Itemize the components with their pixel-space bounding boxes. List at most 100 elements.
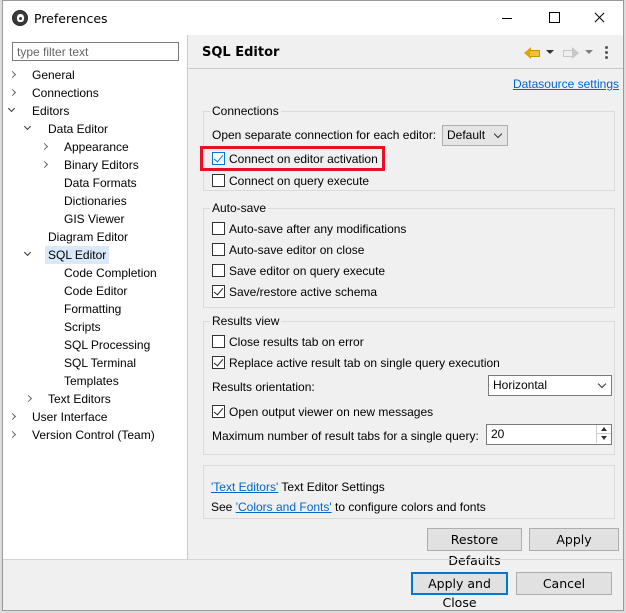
- tree-item[interactable]: Connections: [3, 84, 187, 102]
- connections-group-label: Connections: [210, 104, 281, 118]
- checkbox-icon[interactable]: [212, 243, 225, 256]
- preferences-tree-panel: General Connections Editors Data Editor Appe…: [3, 35, 188, 559]
- autosave-on-close-checkbox[interactable]: Auto-save editor on close: [212, 242, 364, 258]
- maximize-icon[interactable]: [531, 1, 577, 33]
- tree-item[interactable]: Templates: [3, 372, 187, 390]
- back-arrow-icon[interactable]: [524, 45, 540, 59]
- tree-item[interactable]: Diagram Editor: [3, 228, 187, 246]
- tree-item[interactable]: SQL Processing: [3, 336, 187, 354]
- checkbox-icon[interactable]: [212, 356, 225, 369]
- text-editors-link[interactable]: 'Text Editors': [211, 480, 278, 494]
- max-tabs-spinner[interactable]: 20: [486, 424, 612, 445]
- checkbox-icon[interactable]: [212, 285, 225, 298]
- max-tabs-value: 20: [491, 427, 505, 441]
- tree-item[interactable]: Data Editor: [3, 120, 187, 138]
- tree-item[interactable]: Text Editors: [3, 390, 187, 408]
- autosave-modifications-checkbox[interactable]: Auto-save after any modifications: [212, 221, 406, 237]
- tree-item[interactable]: Code Editor: [3, 282, 187, 300]
- close-icon[interactable]: [577, 1, 623, 33]
- tree-item[interactable]: Code Completion: [3, 264, 187, 282]
- expand-open-icon[interactable]: [24, 246, 34, 264]
- tree-item-label: Version Control (Team): [32, 428, 155, 442]
- expand-closed-icon[interactable]: [8, 408, 18, 426]
- tree-item-label: SQL Processing: [64, 338, 151, 352]
- minimize-icon[interactable]: [485, 1, 531, 33]
- connect-on-execute-checkbox[interactable]: Connect on query execute: [212, 173, 369, 189]
- chevron-down-icon: [597, 379, 607, 389]
- tree-item[interactable]: Version Control (Team): [3, 426, 187, 444]
- checkbox-icon[interactable]: [212, 222, 225, 235]
- tree-item[interactable]: SQL Terminal: [3, 354, 187, 372]
- open-output-viewer-checkbox[interactable]: Open output viewer on new messages: [212, 404, 433, 420]
- tree-item-label: SQL Editor: [45, 246, 110, 264]
- expand-open-icon[interactable]: [24, 120, 34, 138]
- datasource-settings-link[interactable]: Datasource settings: [513, 77, 619, 91]
- forward-arrow-icon[interactable]: [563, 45, 579, 59]
- tree-item[interactable]: Binary Editors: [3, 156, 187, 174]
- restore-defaults-button[interactable]: Restore Defaults: [427, 528, 522, 568]
- tree-item[interactable]: Editors: [3, 102, 187, 120]
- replace-active-tab-checkbox[interactable]: Replace active result tab on single quer…: [212, 355, 500, 371]
- sql-editor-page: SQL Editor Datasource settings Connectio…: [189, 35, 623, 568]
- save-on-execute-label: Save editor on query execute: [229, 264, 386, 278]
- expand-closed-icon[interactable]: [8, 66, 18, 84]
- checkbox-icon[interactable]: [212, 264, 225, 277]
- chevron-down-icon: [493, 129, 503, 139]
- tree-item[interactable]: Scripts: [3, 318, 187, 336]
- tree-item[interactable]: User Interface: [3, 408, 187, 426]
- expand-closed-icon[interactable]: [8, 84, 18, 102]
- tree-item-label: Code Completion: [64, 266, 157, 280]
- colors-fonts-suffix: to configure colors and fonts: [335, 500, 486, 514]
- tree-item-label: Binary Editors: [64, 158, 139, 172]
- tree-item[interactable]: Dictionaries: [3, 192, 187, 210]
- open-separate-value: Default: [447, 128, 486, 142]
- expand-open-icon[interactable]: [8, 102, 18, 120]
- orientation-label: Results orientation:: [212, 380, 315, 394]
- apply-and-close-button[interactable]: Apply and Close: [411, 572, 508, 610]
- tree-item[interactable]: Data Formats: [3, 174, 187, 192]
- tree-item[interactable]: Appearance: [3, 138, 187, 156]
- open-separate-select[interactable]: Default: [442, 125, 508, 146]
- tree-item-label: Data Editor: [48, 122, 109, 136]
- autosave-group-label: Auto-save: [210, 201, 269, 215]
- close-on-error-checkbox[interactable]: Close results tab on error: [212, 334, 364, 350]
- dbeaver-app-icon: [12, 10, 28, 26]
- cancel-button[interactable]: Cancel: [516, 572, 612, 595]
- tree-item-label: Scripts: [64, 320, 101, 334]
- orientation-value: Horizontal: [493, 378, 548, 392]
- tree-item-label: Diagram Editor: [48, 230, 129, 244]
- orientation-select[interactable]: Horizontal: [488, 375, 612, 396]
- spin-down-icon[interactable]: [596, 434, 611, 443]
- preferences-window: Preferences General Connections Editors Dat…: [2, 0, 624, 611]
- expand-closed-icon[interactable]: [40, 138, 50, 156]
- tree-item[interactable]: Formatting: [3, 300, 187, 318]
- header-divider: [189, 68, 623, 69]
- title-bar[interactable]: Preferences: [3, 1, 623, 35]
- expand-closed-icon[interactable]: [24, 390, 34, 408]
- save-on-execute-checkbox[interactable]: Save editor on query execute: [212, 263, 385, 279]
- tree-item-label: Formatting: [64, 302, 122, 316]
- checkbox-icon[interactable]: [212, 174, 225, 187]
- expand-closed-icon[interactable]: [40, 156, 50, 174]
- tree-item-label: Dictionaries: [64, 194, 127, 208]
- back-dropdown-icon[interactable]: [545, 45, 555, 59]
- restore-schema-checkbox[interactable]: Save/restore active schema: [212, 284, 377, 300]
- view-menu-icon[interactable]: [603, 45, 611, 59]
- tree-item-label: Appearance: [64, 140, 129, 154]
- colors-and-fonts-link[interactable]: 'Colors and Fonts': [236, 500, 332, 514]
- autosave-modifications-label: Auto-save after any modifications: [229, 222, 407, 236]
- spin-up-icon[interactable]: [596, 425, 611, 434]
- filter-input[interactable]: [12, 42, 179, 61]
- preferences-tree: General Connections Editors Data Editor Appe…: [3, 66, 187, 444]
- text-editor-info-box: 'Text Editors' Text Editor Settings See …: [203, 465, 615, 519]
- tree-item[interactable]: GIS Viewer: [3, 210, 187, 228]
- forward-dropdown-icon[interactable]: [584, 45, 594, 59]
- checkbox-icon[interactable]: [212, 335, 225, 348]
- tree-item[interactable]: SQL Editor: [3, 246, 187, 264]
- tree-item[interactable]: General: [3, 66, 187, 84]
- checkbox-icon[interactable]: [212, 405, 225, 418]
- results-view-group-label: Results view: [210, 314, 282, 328]
- tree-item-label: Editors: [32, 104, 70, 118]
- expand-closed-icon[interactable]: [8, 426, 18, 444]
- apply-button[interactable]: Apply: [529, 528, 619, 551]
